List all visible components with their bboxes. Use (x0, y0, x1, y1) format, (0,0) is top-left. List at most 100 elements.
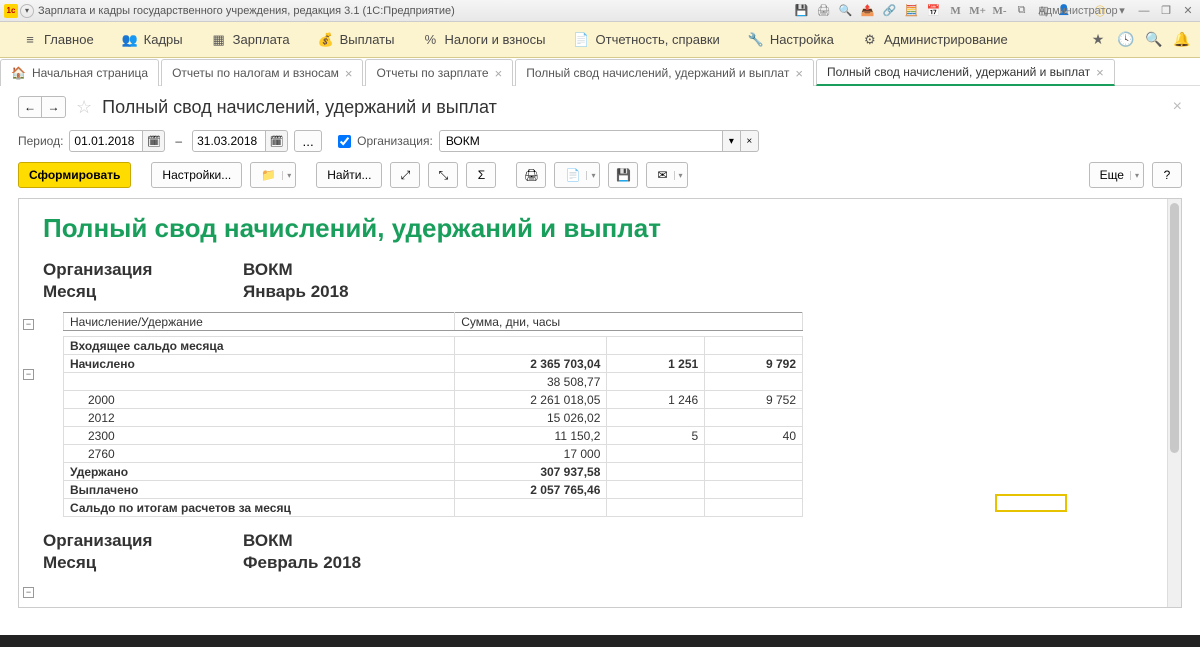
print-button[interactable]: 🖨 (516, 162, 546, 188)
menu-payments[interactable]: 💰Выплаты (304, 26, 409, 54)
month-meta-value: Январь 2018 (243, 282, 349, 301)
collapse-button[interactable]: ⤡ (428, 162, 458, 188)
compare-icon[interactable]: 📤 (860, 3, 876, 19)
bell-icon[interactable]: 🔔 (1172, 30, 1192, 50)
minimize-icon[interactable]: — (1136, 3, 1152, 19)
folder-icon: 📁 (261, 168, 276, 182)
star-icon[interactable]: ★ (1088, 30, 1108, 50)
money-icon: 💰 (318, 32, 334, 48)
table-cell: 1 251 (607, 355, 705, 373)
table-cell: 9 752 (705, 391, 803, 409)
print-icon[interactable]: 🖨 (816, 3, 832, 19)
menu-salary[interactable]: ▦ Зарплата (197, 26, 304, 54)
form-button[interactable]: Сформировать (18, 162, 131, 188)
history-icon[interactable]: 🕓 (1116, 30, 1136, 50)
tab-close-icon[interactable]: × (345, 66, 353, 81)
tab-label: Полный свод начислений, удержаний и выпл… (526, 66, 789, 80)
wrench-icon: 🔧 (748, 32, 764, 48)
nav-forward-button[interactable]: → (42, 96, 66, 118)
menu-label: Кадры (144, 32, 183, 47)
tree-collapse-icon[interactable]: − (23, 369, 34, 380)
table-cell: Входящее сальдо месяца (64, 337, 455, 355)
close-icon[interactable]: ✕ (1180, 3, 1196, 19)
calendar-icon[interactable]: 📅 (926, 3, 942, 19)
org-dropdown-button[interactable]: ▾ (723, 130, 741, 152)
people-icon: 👥 (122, 32, 138, 48)
settings-button[interactable]: Настройки... (151, 162, 242, 188)
date-from-input[interactable] (69, 130, 143, 152)
tab-bar: 🏠Начальная страница Отчеты по налогам и … (0, 58, 1200, 86)
m-minus-button[interactable]: M- (992, 3, 1008, 19)
nav-back-button[interactable]: ← (18, 96, 42, 118)
calc-icon[interactable]: 🧮 (904, 3, 920, 19)
apps-grid-icon[interactable] (1060, 30, 1080, 50)
table-icon: ▦ (211, 32, 227, 48)
tab-full-summary-1[interactable]: Полный свод начислений, удержаний и выпл… (515, 59, 814, 86)
maximize-icon[interactable]: ❐ (1158, 3, 1174, 19)
user-icon[interactable]: 👤 Администратор (1058, 3, 1086, 19)
help-button[interactable]: ? (1152, 162, 1182, 188)
sum-button[interactable]: Σ (466, 162, 496, 188)
menu-label: Зарплата (233, 32, 290, 47)
m-button[interactable]: M (948, 3, 964, 19)
selected-cell[interactable] (995, 494, 1067, 512)
titlebar-icons: 💾 🖨 🔍 📤 🔗 🧮 📅 M M+ M- ⧉ ▥ 👤 Администрато… (794, 3, 1196, 19)
tab-label: Полный свод начислений, удержаний и выпл… (827, 65, 1090, 79)
link-icon[interactable]: 🔗 (882, 3, 898, 19)
org-checkbox[interactable] (338, 135, 351, 148)
date-to-input[interactable] (192, 130, 266, 152)
search-icon[interactable]: 🔍 (1144, 30, 1164, 50)
dd-icon[interactable]: ▾ (1114, 3, 1130, 19)
table-cell: 17 000 (455, 445, 607, 463)
menu-label: Настройка (770, 32, 834, 47)
tab-tax-reports[interactable]: Отчеты по налогам и взносам × (161, 59, 363, 86)
menu-main[interactable]: ≡Главное (8, 26, 108, 54)
scrollbar-thumb[interactable] (1170, 203, 1179, 453)
vertical-scrollbar[interactable] (1167, 199, 1181, 607)
org-meta-label: Организация (43, 531, 243, 551)
tab-home[interactable]: 🏠Начальная страница (0, 59, 159, 86)
tree-collapse-icon[interactable]: − (23, 587, 34, 598)
export-button[interactable]: 📄▾ (554, 162, 600, 188)
tab-close-icon[interactable]: × (495, 66, 503, 81)
tab-close-icon[interactable]: × (795, 66, 803, 81)
info-icon[interactable]: ⓘ (1092, 3, 1108, 19)
tab-salary-reports[interactable]: Отчеты по зарплате× (365, 59, 513, 86)
email-button[interactable]: ✉▾ (646, 162, 687, 188)
page-title: Полный свод начислений, удержаний и выпл… (102, 97, 497, 118)
date-to-picker-button[interactable]: 🗓 (266, 130, 288, 152)
home-icon: ≡ (22, 32, 38, 48)
table-cell: 2760 (64, 445, 455, 463)
menu-admin[interactable]: ⚙Администрирование (848, 26, 1022, 54)
menu-taxes[interactable]: %Налоги и взносы (408, 26, 559, 54)
tab-full-summary-2[interactable]: Полный свод начислений, удержаний и выпл… (816, 59, 1115, 86)
tab-label: Отчеты по налогам и взносам (172, 66, 339, 80)
report-month-row: МесяцЯнварь 2018 (43, 282, 1157, 302)
more-button[interactable]: Еще▾ (1089, 162, 1144, 188)
save-icon[interactable]: 💾 (794, 3, 810, 19)
org-clear-button[interactable]: × (741, 130, 759, 152)
org-input[interactable] (439, 130, 723, 152)
menu-label: Налоги и взносы (444, 32, 545, 47)
nav-arrows: ← → (18, 96, 66, 118)
favorite-star-icon[interactable]: ☆ (76, 97, 92, 118)
m-plus-button[interactable]: M+ (970, 3, 986, 19)
menu-label: Отчетность, справки (596, 32, 720, 47)
save-button[interactable]: 💾 (608, 162, 638, 188)
expand-button[interactable]: ⤢ (390, 162, 420, 188)
titlebar: 1c ▾ Зарплата и кадры государственного у… (0, 0, 1200, 22)
preview-icon[interactable]: 🔍 (838, 3, 854, 19)
menu-settings[interactable]: 🔧 Настройка (734, 26, 848, 54)
tree-collapse-icon[interactable]: − (23, 319, 34, 330)
period-dots-button[interactable]: ... (294, 130, 322, 152)
variants-button[interactable]: 📁▾ (250, 162, 296, 188)
tab-close-icon[interactable]: × (1096, 65, 1104, 80)
table-cell: 38 508,77 (455, 373, 607, 391)
menu-staff[interactable]: 👥 Кадры (108, 26, 197, 54)
app-menu-dropdown[interactable]: ▾ (20, 4, 34, 18)
date-from-picker-button[interactable]: 🗓 (143, 130, 165, 152)
menu-reports[interactable]: 📄Отчетность, справки (560, 26, 734, 54)
page-close-icon[interactable]: × (1173, 98, 1182, 116)
window-icon[interactable]: ⧉ (1014, 3, 1030, 19)
find-button[interactable]: Найти... (316, 162, 382, 188)
